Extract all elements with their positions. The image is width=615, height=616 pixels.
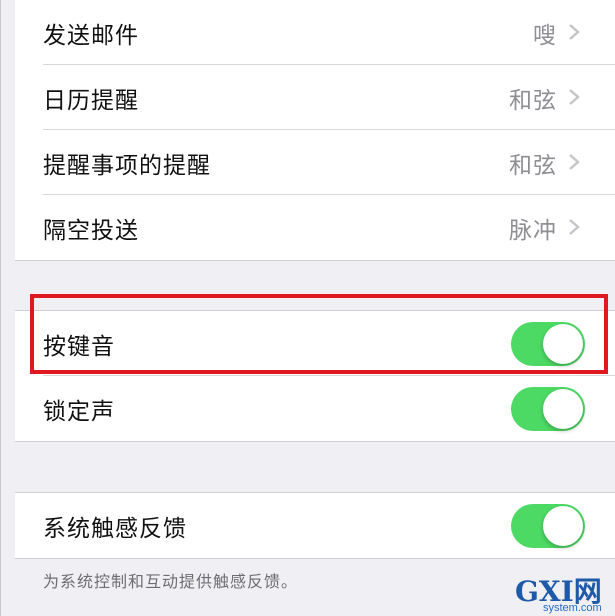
group-divider: [15, 558, 615, 559]
row-system-haptics: 系统触感反馈: [15, 493, 615, 558]
watermark-logo: GXI网 system.com: [515, 570, 613, 614]
toggle-knob: [543, 388, 583, 429]
chevron-right-icon: [569, 24, 580, 40]
haptics-footer-note: 为系统控制和互动提供触感反馈。: [43, 572, 299, 591]
row-label: 提醒事项的提醒: [43, 152, 211, 179]
row-airdrop[interactable]: 隔空投送 脉冲: [15, 195, 615, 260]
row-label: 隔空投送: [43, 217, 139, 244]
row-reminder-alerts[interactable]: 提醒事项的提醒 和弦: [15, 130, 615, 195]
row-send-mail[interactable]: 发送邮件 嗖: [15, 0, 615, 65]
chevron-right-icon: [569, 154, 580, 170]
row-label: 发送邮件: [43, 22, 139, 49]
highlight-box: [30, 294, 608, 374]
row-label: 锁定声: [43, 398, 115, 425]
row-label: 系统触感反馈: [43, 515, 187, 542]
haptics-group: 系统触感反馈: [15, 493, 615, 558]
chevron-right-icon: [569, 219, 580, 235]
left-border: [0, 0, 1, 616]
toggle-knob: [543, 505, 583, 546]
row-value: 脉冲: [509, 217, 557, 244]
system-haptics-toggle[interactable]: [511, 503, 585, 548]
sounds-group: 发送邮件 嗖 日历提醒 和弦 提醒事项的提醒 和弦 隔空投送 脉冲: [15, 0, 615, 260]
chevron-right-icon: [569, 89, 580, 105]
watermark-bottom: system.com: [543, 602, 602, 614]
row-label: 日历提醒: [43, 87, 139, 114]
row-value: 嗖: [533, 22, 557, 49]
group-divider: [15, 441, 615, 442]
row-lock-sound: 锁定声: [15, 376, 615, 441]
lock-sound-toggle[interactable]: [511, 386, 585, 431]
row-calendar-alerts[interactable]: 日历提醒 和弦: [15, 65, 615, 130]
row-value: 和弦: [509, 87, 557, 114]
group-divider: [15, 260, 615, 261]
row-value: 和弦: [509, 152, 557, 179]
